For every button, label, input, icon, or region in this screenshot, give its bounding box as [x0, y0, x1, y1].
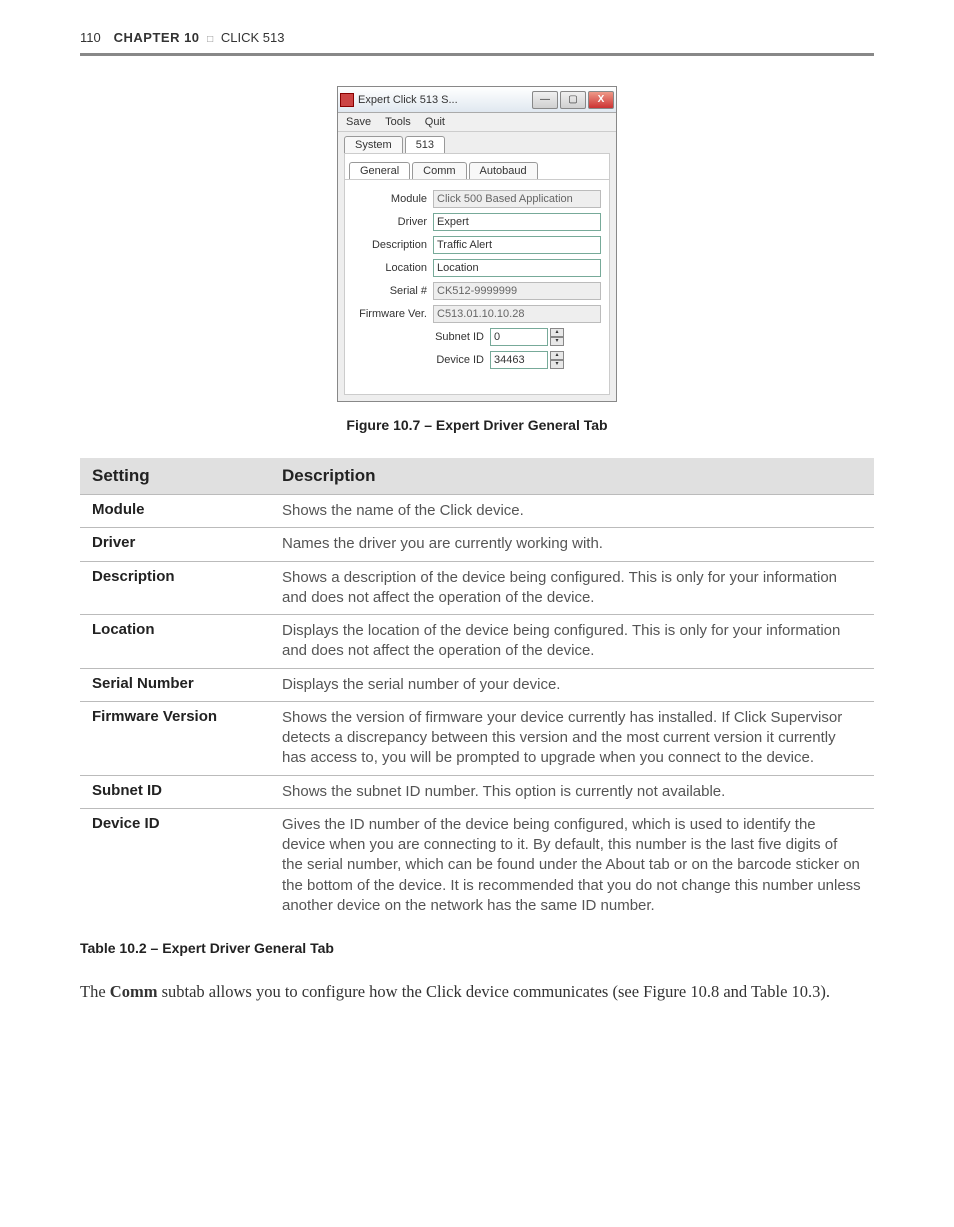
device-up-icon[interactable]: ▴: [550, 351, 564, 360]
col-description: Description: [270, 458, 874, 495]
col-setting: Setting: [80, 458, 270, 495]
minimize-button[interactable]: —: [532, 91, 558, 109]
serial-label: Serial #: [353, 285, 433, 297]
menu-tools[interactable]: Tools: [385, 116, 411, 128]
table-caption: Table 10.2 – Expert Driver General Tab: [80, 940, 874, 956]
table-row: LocationDisplays the location of the dev…: [80, 615, 874, 669]
module-label: Module: [353, 193, 433, 205]
inner-tab-row: General Comm Autobaud: [345, 158, 609, 179]
device-label: Device ID: [390, 354, 490, 366]
figure-caption: Figure 10.7 – Expert Driver General Tab: [80, 417, 874, 433]
window-title: Expert Click 513 S...: [358, 94, 532, 106]
device-input[interactable]: 34463: [490, 351, 548, 369]
table-row: DriverNames the driver you are currently…: [80, 528, 874, 561]
description-label: Description: [353, 239, 433, 251]
window-titlebar: Expert Click 513 S... — ▢ X: [338, 87, 616, 113]
firmware-label: Firmware Ver.: [353, 308, 433, 320]
device-down-icon[interactable]: ▾: [550, 360, 564, 369]
serial-value: CK512-9999999: [433, 282, 601, 300]
body-paragraph: The Comm subtab allows you to configure …: [80, 980, 874, 1003]
subnet-up-icon[interactable]: ▴: [550, 328, 564, 337]
table-row: Serial NumberDisplays the serial number …: [80, 668, 874, 701]
app-window: Expert Click 513 S... — ▢ X Save Tools Q…: [337, 86, 617, 402]
divider-icon: □: [207, 34, 213, 45]
tab-513[interactable]: 513: [405, 136, 445, 153]
table-row: Subnet IDShows the subnet ID number. Thi…: [80, 775, 874, 808]
tab-autobaud[interactable]: Autobaud: [469, 162, 538, 179]
menu-quit[interactable]: Quit: [425, 116, 445, 128]
tab-system[interactable]: System: [344, 136, 403, 153]
description-input[interactable]: Traffic Alert: [433, 236, 601, 254]
menu-save[interactable]: Save: [346, 116, 371, 128]
window-buttons: — ▢ X: [532, 91, 614, 109]
driver-label: Driver: [353, 216, 433, 228]
table-row: ModuleShows the name of the Click device…: [80, 495, 874, 528]
settings-table: Setting Description ModuleShows the name…: [80, 458, 874, 922]
firmware-value: C513.01.10.10.28: [433, 305, 601, 323]
table-row: DescriptionShows a description of the de…: [80, 561, 874, 615]
section-label: CLICK 513: [221, 30, 285, 45]
menu-bar: Save Tools Quit: [338, 113, 616, 132]
table-row: Firmware VersionShows the version of fir…: [80, 701, 874, 775]
figure-wrapper: Expert Click 513 S... — ▢ X Save Tools Q…: [80, 86, 874, 433]
outer-tab-row: System 513: [338, 132, 616, 153]
bold-comm: Comm: [110, 982, 158, 1001]
location-label: Location: [353, 262, 433, 274]
app-icon: [340, 93, 354, 107]
driver-input[interactable]: Expert: [433, 213, 601, 231]
page-number: 110: [80, 30, 110, 45]
subnet-down-icon[interactable]: ▾: [550, 337, 564, 346]
subnet-input[interactable]: 0: [490, 328, 548, 346]
subnet-label: Subnet ID: [390, 331, 490, 343]
location-input[interactable]: Location: [433, 259, 601, 277]
close-button[interactable]: X: [588, 91, 614, 109]
maximize-button[interactable]: ▢: [560, 91, 586, 109]
page-header: 110 CHAPTER 10 □ CLICK 513: [80, 30, 874, 56]
form-area: Module Click 500 Based Application Drive…: [345, 179, 609, 394]
tab-comm[interactable]: Comm: [412, 162, 466, 179]
table-row: Device IDGives the ID number of the devi…: [80, 808, 874, 922]
chapter-label: CHAPTER 10: [114, 30, 200, 45]
tab-general[interactable]: General: [349, 162, 410, 179]
module-value: Click 500 Based Application: [433, 190, 601, 208]
